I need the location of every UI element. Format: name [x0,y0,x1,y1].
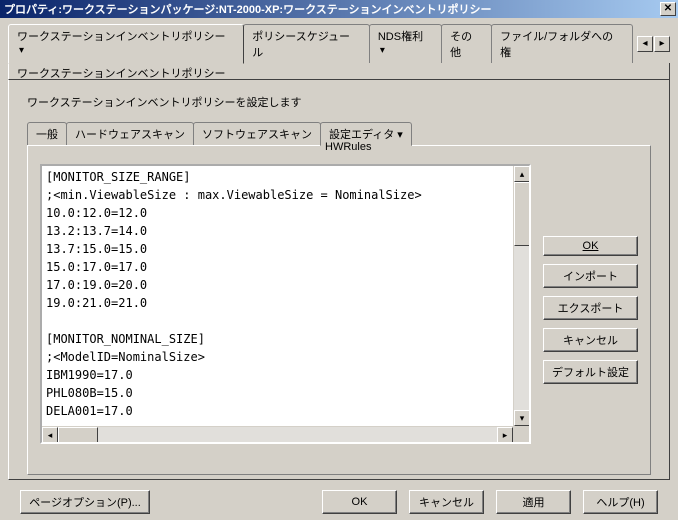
side-cancel-button[interactable]: キャンセル [543,328,638,352]
apply-button[interactable]: 適用 [496,490,571,514]
horizontal-scrollbar[interactable]: ◂ ▸ [42,426,513,442]
tab-file-folder-rights[interactable]: ファイル/フォルダへの権 [491,24,633,63]
btn-label: OK [583,240,599,252]
cancel-button[interactable]: キャンセル [409,490,484,514]
scroll-up-icon[interactable]: ▴ [514,166,530,182]
inner-tab-sublabel: HWRules [325,141,371,153]
tab-nds-rights[interactable]: NDS権利 ▾ [369,24,442,63]
window-title: プロパティ:ワークステーションパッケージ:NT-2000-XP:ワークステーショ… [4,1,492,17]
btn-label: デフォルト設定 [552,367,629,379]
inner-tab-general[interactable]: 一般 [27,122,67,145]
tab-label: NDS権利 [378,31,423,43]
inner-tab-editor[interactable]: 設定エディタ ▾ HWRules [320,122,412,146]
tab-label: ワークステーションインベントリポリシー [17,31,225,43]
scroll-left-icon[interactable]: ◂ [42,427,58,443]
scroll-corner [513,426,529,442]
tab-other[interactable]: その他 [441,24,492,63]
scroll-v-track[interactable] [514,182,529,410]
scroll-down-icon[interactable]: ▾ [514,410,530,426]
inner-tab-sw-scan[interactable]: ソフトウェアスキャン [193,122,321,145]
ok-button[interactable]: OK [322,490,397,514]
default-button[interactable]: デフォルト設定 [543,360,638,384]
tab-inventory-policy[interactable]: ワークステーションインベントリポリシー ▾ [8,24,244,64]
side-button-column: OK インポート エクスポート キャンセル デフォルト設定 [543,164,638,464]
scroll-right-icon[interactable]: ▸ [497,427,513,443]
inner-panel: ▴ ▾ ◂ ▸ OK インポート エクスポート [27,145,651,475]
chevron-down-icon: ▾ [380,45,385,56]
side-ok-button[interactable]: OK [543,236,638,256]
btn-label: OK [352,496,368,508]
btn-label: ページオプション(P)... [29,497,141,509]
tab-nav-left[interactable]: ◂ [637,36,653,52]
btn-label: 適用 [523,497,545,509]
editor-container: ▴ ▾ ◂ ▸ [40,164,531,444]
btn-label: キャンセル [419,497,474,509]
export-button[interactable]: エクスポート [543,296,638,320]
tab-subtitle: ワークステーションインベントリポリシー [8,63,670,80]
btn-label: キャンセル [563,335,618,347]
tab-label: 設定エディタ [329,129,394,141]
bottom-bar: ページオプション(P)... OK キャンセル 適用 ヘルプ(H) [0,490,678,514]
chevron-down-icon: ▾ [397,129,403,141]
btn-label: ヘルプ(H) [596,497,644,509]
vertical-scrollbar[interactable]: ▴ ▾ [513,166,529,426]
titlebar: プロパティ:ワークステーションパッケージ:NT-2000-XP:ワークステーショ… [0,0,678,18]
btn-label: エクスポート [558,303,624,315]
main-tabbar: ワークステーションインベントリポリシー ▾ ポリシースケジュール NDS権利 ▾… [8,24,670,63]
tab-policy-schedule[interactable]: ポリシースケジュール [243,24,370,63]
scroll-h-track[interactable] [58,427,497,442]
scroll-h-thumb[interactable] [58,427,98,443]
scroll-v-thumb[interactable] [514,182,530,246]
tab-label: ファイル/フォルダへの権 [500,31,613,59]
chevron-down-icon: ▾ [19,45,24,56]
description: ワークステーションインベントリポリシーを設定します [27,94,651,110]
help-button[interactable]: ヘルプ(H) [583,490,658,514]
content-panel: ワークステーションインベントリポリシーを設定します 一般 ハードウェアスキャン … [8,80,670,480]
btn-label: インポート [563,271,618,283]
inner-tab-hw-scan[interactable]: ハードウェアスキャン [66,122,194,145]
tab-nav-right[interactable]: ▸ [654,36,670,52]
config-textarea[interactable] [42,166,513,426]
inner-tabbar: 一般 ハードウェアスキャン ソフトウェアスキャン 設定エディタ ▾ HWRule… [27,122,651,145]
page-options-button[interactable]: ページオプション(P)... [20,490,150,514]
tab-nav: ◂ ▸ [636,36,670,52]
close-button[interactable]: ✕ [660,2,676,16]
import-button[interactable]: インポート [543,264,638,288]
